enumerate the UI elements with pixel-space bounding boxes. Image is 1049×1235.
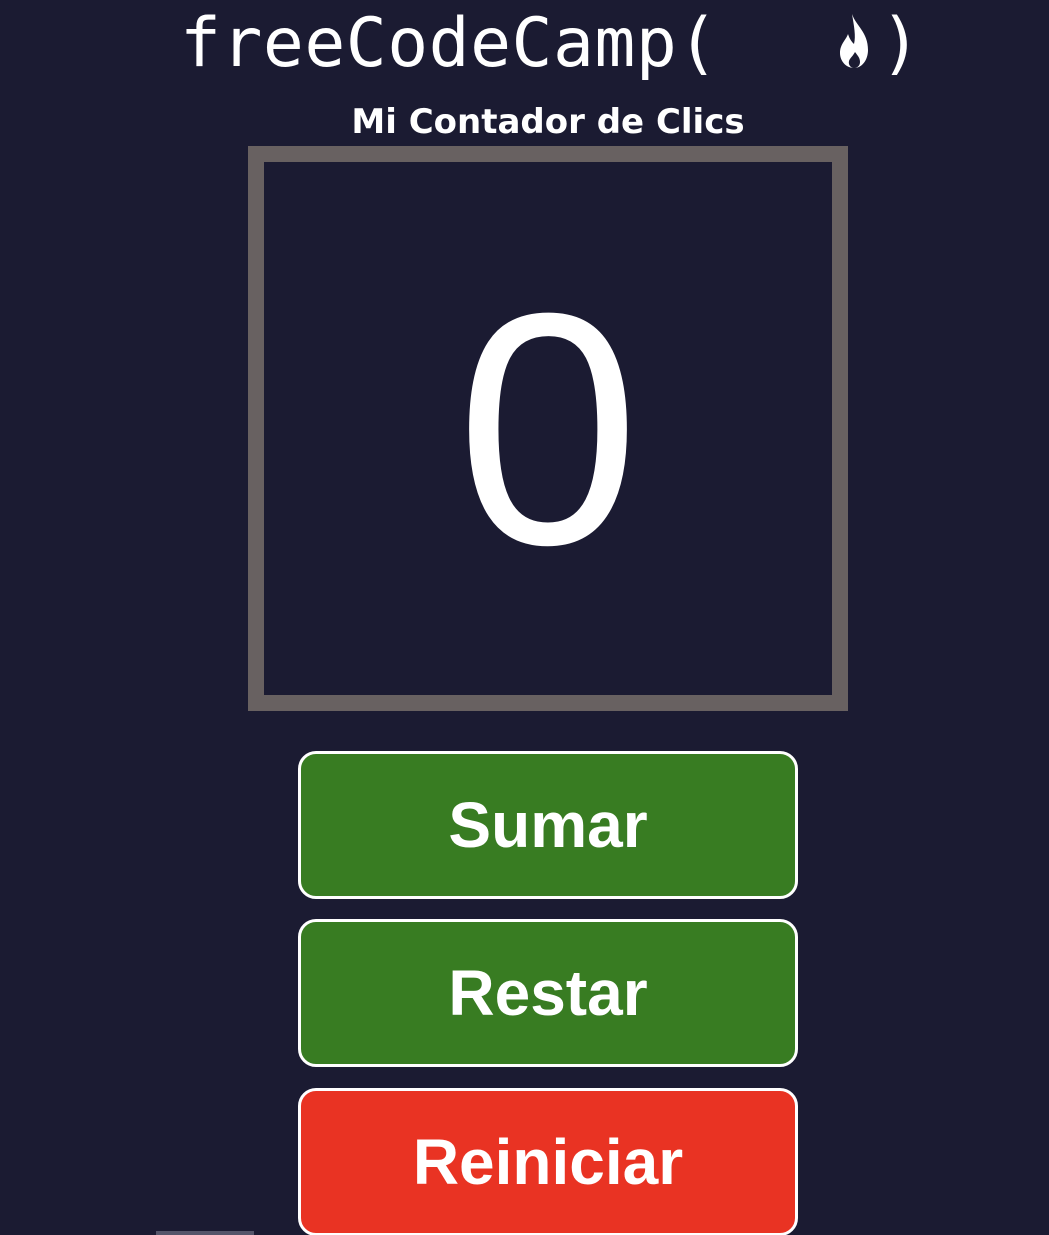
reset-button[interactable]: Reiniciar	[298, 1088, 798, 1235]
subtract-button[interactable]: Restar	[298, 919, 798, 1067]
app-page: freeCodeCamp( ) Mi Contador de Clics 0 S…	[0, 0, 1049, 1235]
counter-value: 0	[456, 243, 640, 613]
logo-text: freeCodeCamp(	[180, 4, 719, 83]
counter-display: 0	[248, 146, 848, 711]
logo-close-paren: )	[880, 4, 921, 83]
fire-icon	[840, 14, 868, 68]
freecodecamp-logo: freeCodeCamp( )	[0, 0, 1049, 96]
horizontal-scrollbar[interactable]	[156, 1231, 254, 1235]
add-button[interactable]: Sumar	[298, 751, 798, 899]
page-title: Mi Contador de Clics	[351, 102, 745, 142]
